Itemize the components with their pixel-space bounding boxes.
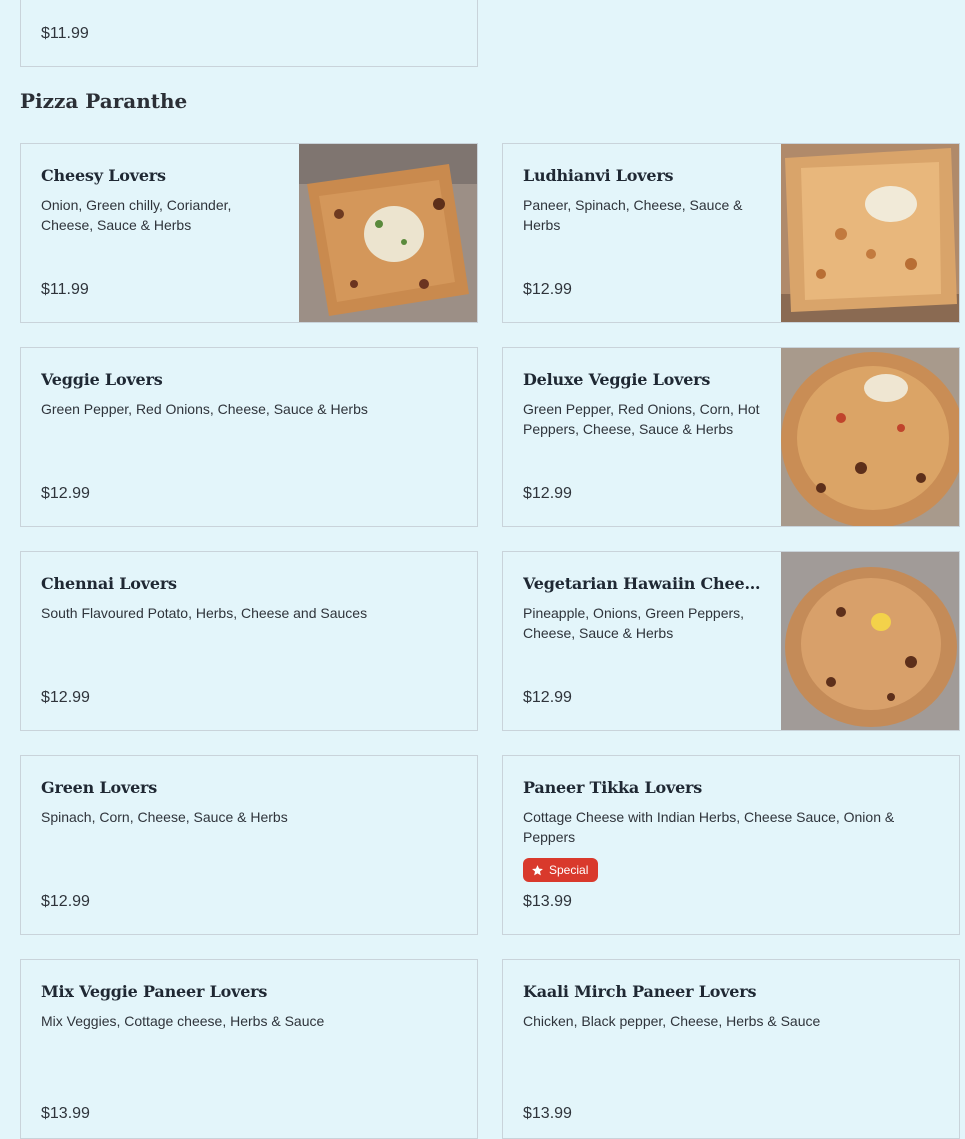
item-description: South Flavoured Potato, Herbs, Cheese an… (41, 605, 368, 621)
item-price: $13.99 (523, 1105, 572, 1122)
item-photo (781, 348, 959, 526)
item-name: Kaali Mirch Paneer Lovers (523, 982, 757, 1001)
item-price: $12.99 (523, 485, 572, 502)
item-description: Mix Veggies, Cottage cheese, Herbs & Sau… (41, 1013, 325, 1029)
menu-item-card[interactable]: Cheesy Lovers Onion, Green chilly, Coria… (20, 143, 478, 323)
item-description: Green Pepper, Red Onions, Cheese, Sauce … (41, 401, 368, 417)
item-price: $11.99 (41, 25, 89, 42)
menu-item-card[interactable]: Vegetarian Hawaiin Cheese Lovers Pineapp… (502, 551, 960, 731)
item-description: Green Pepper, Red Onions, Corn, Hot Pepp… (523, 401, 760, 437)
item-name: Paneer Tikka Lovers (523, 778, 703, 797)
item-name: Green Lovers (41, 778, 158, 797)
item-price: $12.99 (41, 485, 90, 502)
item-description: Chicken, Black pepper, Cheese, Herbs & S… (523, 1013, 821, 1029)
item-name: Veggie Lovers (41, 370, 163, 389)
item-price: $12.99 (41, 893, 90, 910)
item-name: Cheesy Lovers (41, 166, 166, 185)
item-price: $13.99 (41, 1105, 90, 1122)
item-price: $12.99 (523, 689, 572, 706)
menu-item-card[interactable]: Paneer Tikka Lovers Cottage Cheese with … (502, 755, 960, 935)
item-photo (299, 144, 477, 322)
item-description: Onion, Green chilly, Coriander, Cheese, … (41, 197, 232, 233)
item-photo (781, 552, 959, 730)
item-name: Ludhianvi Lovers (523, 166, 674, 185)
item-price: $11.99 (41, 281, 89, 298)
item-photo (781, 144, 959, 322)
menu-item-card[interactable]: Kaali Mirch Paneer Lovers Chicken, Black… (502, 959, 960, 1139)
special-badge: Special (523, 858, 599, 882)
item-price: $12.99 (41, 689, 90, 706)
item-description: Pineapple, Onions, Green Peppers, Cheese… (523, 605, 745, 641)
item-description: Spinach, Corn, Cheese, Sauce & Herbs (41, 809, 288, 825)
item-name: Mix Veggie Paneer Lovers (41, 982, 268, 1001)
item-price: $12.99 (523, 281, 572, 298)
menu-item-card[interactable]: Deluxe Veggie Lovers Green Pepper, Red O… (502, 347, 960, 527)
menu-item-card[interactable]: Green Lovers Spinach, Corn, Cheese, Sauc… (20, 755, 478, 935)
item-name: Deluxe Veggie Lovers (523, 370, 711, 389)
item-description: Cottage Cheese with Indian Herbs, Cheese… (523, 809, 895, 845)
badge-label: Special (549, 863, 589, 877)
menu-item-card-partial[interactable]: $11.99 (20, 0, 478, 67)
star-icon (532, 864, 543, 875)
item-description: Paneer, Spinach, Cheese, Sauce & Herbs (523, 197, 743, 233)
menu-item-card[interactable]: Ludhianvi Lovers Paneer, Spinach, Cheese… (502, 143, 960, 323)
menu-item-card[interactable]: Veggie Lovers Green Pepper, Red Onions, … (20, 347, 478, 527)
menu-item-card[interactable]: Chennai Lovers South Flavoured Potato, H… (20, 551, 478, 731)
menu-item-card[interactable]: Mix Veggie Paneer Lovers Mix Veggies, Co… (20, 959, 478, 1139)
item-name: Chennai Lovers (41, 574, 177, 593)
section-title: Pizza Paranthe (20, 89, 188, 113)
item-price: $13.99 (523, 893, 572, 910)
item-name: Vegetarian Hawaiin Cheese Lovers (523, 574, 761, 593)
